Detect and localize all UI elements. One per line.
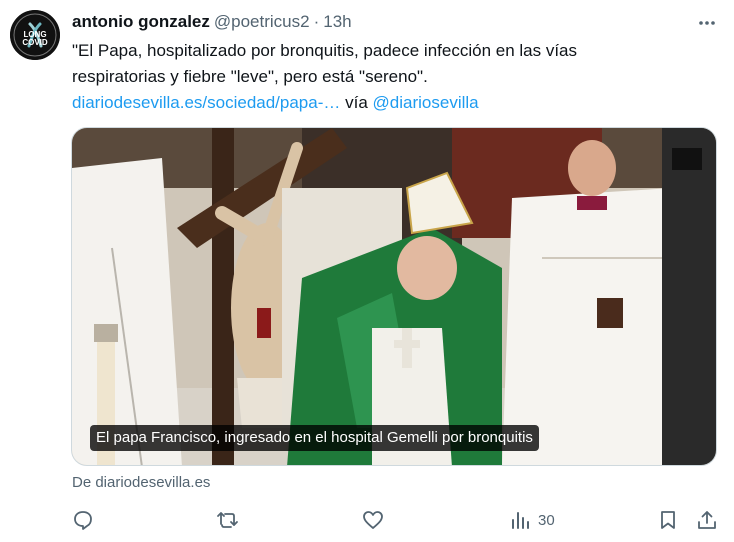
share-button[interactable] — [696, 506, 718, 534]
share-icon — [698, 511, 716, 529]
reply-icon — [74, 511, 92, 530]
more-icon — [699, 21, 715, 25]
like-icon — [363, 511, 383, 529]
views-count: 30 — [538, 511, 555, 529]
link-card-image[interactable]: El papa Francisco, ingresado en el hospi… — [71, 127, 717, 466]
tweet-header: antonio gonzalez @poetricus2 · 13h — [72, 10, 352, 34]
tweet-time[interactable]: 13h — [323, 12, 351, 32]
author-name[interactable]: antonio gonzalez — [72, 12, 210, 32]
tweet-text: "El Papa, hospitalizado por bronquitis, … — [72, 38, 712, 116]
action-bar: 30 — [72, 506, 722, 534]
reply-button[interactable] — [72, 506, 94, 534]
pope-photo — [72, 128, 716, 465]
more-button[interactable] — [694, 10, 720, 36]
tweet-text-line-2: respiratorias y fiebre "leve", pero está… — [72, 67, 428, 86]
separator-dot: · — [313, 12, 320, 31]
via-label: vía — [345, 93, 368, 112]
avatar-line-2: COVID — [22, 38, 48, 47]
retweet-icon — [217, 512, 238, 528]
long-covid-logo: LONG COVID — [10, 10, 60, 60]
image-caption: El papa Francisco, ingresado en el hospi… — [90, 425, 539, 451]
bookmark-button[interactable] — [657, 506, 679, 534]
link-source[interactable]: De diariodesevilla.es — [72, 474, 210, 491]
author-handle[interactable]: @poetricus2 — [214, 12, 310, 32]
mention-link[interactable]: @diariosevilla — [373, 93, 479, 112]
like-button[interactable] — [362, 506, 384, 534]
bookmark-icon — [661, 511, 675, 529]
views-icon — [512, 512, 529, 529]
article-link[interactable]: diariodesevilla.es/sociedad/papa-… — [72, 93, 340, 112]
avatar[interactable]: LONG COVID — [10, 10, 60, 60]
tweet[interactable]: LONG COVID antonio gonzalez @poetricus2 … — [0, 0, 734, 542]
tweet-text-line-1: "El Papa, hospitalizado por bronquitis, … — [72, 41, 578, 60]
views-button[interactable]: 30 — [510, 506, 555, 534]
retweet-button[interactable] — [216, 506, 240, 534]
